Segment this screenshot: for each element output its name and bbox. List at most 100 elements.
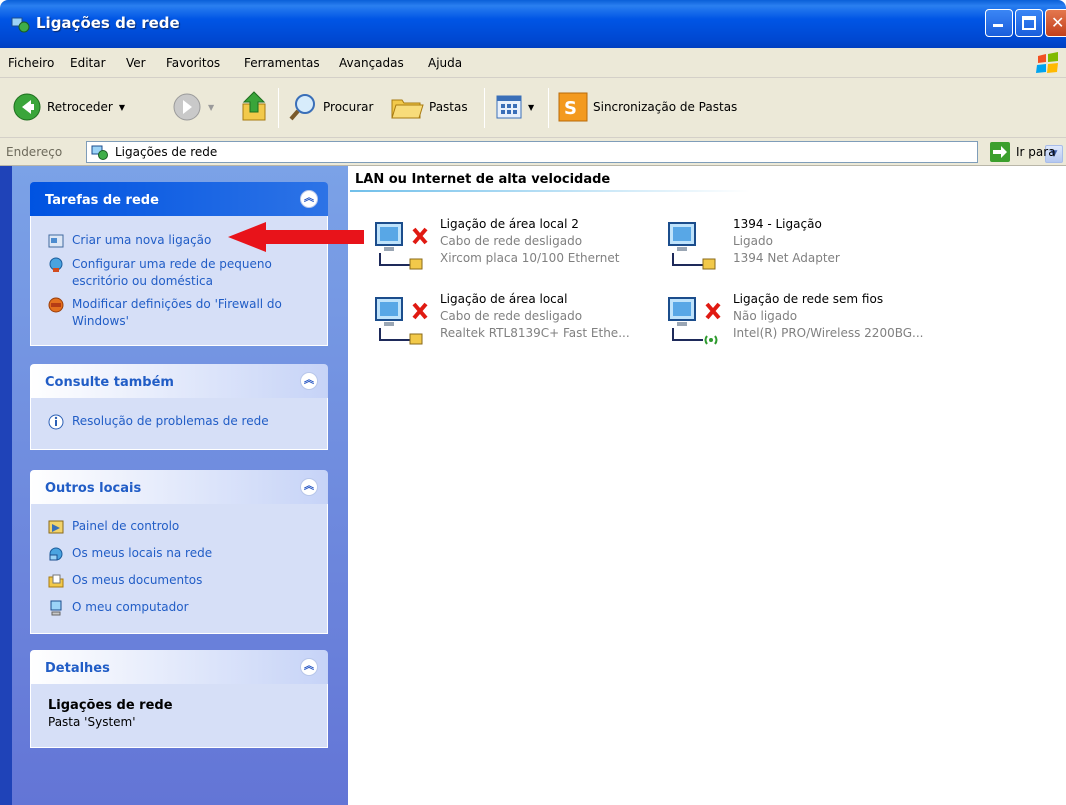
- group-title: LAN ou Internet de alta velocidade: [355, 172, 611, 187]
- collapse-chevron-icon[interactable]: ︽: [300, 658, 318, 676]
- connection-status: Cabo de rede desligado: [440, 309, 583, 323]
- new-connection-icon: [48, 234, 64, 248]
- menu-ajuda[interactable]: Ajuda: [428, 56, 462, 70]
- other-places-header[interactable]: Outros locais ︽: [30, 470, 328, 504]
- details-header[interactable]: Detalhes ︽: [30, 650, 328, 684]
- go-button-label[interactable]: Ir para: [1016, 145, 1056, 159]
- place-control-panel[interactable]: Painel de controlo: [48, 518, 179, 535]
- connection-device: Xircom placa 10/100 Ethernet: [440, 251, 620, 265]
- windows-logo-icon: [1036, 52, 1058, 73]
- task-label: Resolução de problemas de rede: [72, 414, 269, 428]
- folder-sync-label: Sincronização de Pastas: [593, 100, 738, 114]
- connection-status: Não ligado: [733, 309, 798, 323]
- details-name: Ligações de rede: [48, 698, 173, 713]
- folder-sync-icon: S: [558, 92, 588, 122]
- menu-avancadas[interactable]: Avançadas: [339, 56, 404, 70]
- pane-edge: [0, 166, 12, 805]
- search-label: Procurar: [323, 100, 374, 114]
- place-my-computer[interactable]: O meu computador: [48, 599, 189, 616]
- see-also-header[interactable]: Consulte também ︽: [30, 364, 328, 398]
- up-folder-icon: [242, 91, 266, 121]
- place-label: Os meus documentos: [72, 573, 203, 587]
- task-troubleshoot-network[interactable]: Resolução de problemas de rede: [48, 413, 269, 430]
- connection-device: Intel(R) PRO/Wireless 2200BG...: [733, 326, 924, 340]
- connection-name: Ligação de área local 2: [440, 217, 579, 231]
- collapse-chevron-icon[interactable]: ︽: [300, 372, 318, 390]
- place-my-network[interactable]: Os meus locais na rede: [48, 545, 212, 562]
- folders-button[interactable]: Pastas: [390, 92, 468, 122]
- up-folder-button[interactable]: [240, 90, 270, 124]
- menu-ver[interactable]: Ver: [126, 56, 146, 70]
- address-bar: Endereço Ligações de rede ▼ Ir para: [0, 138, 1066, 166]
- details-body: Ligações de rede Pasta 'System': [30, 684, 328, 748]
- chevron-down-icon[interactable]: ▼: [208, 103, 214, 112]
- place-label: Os meus locais na rede: [72, 546, 213, 560]
- task-setup-home-network[interactable]: Configurar uma rede de pequeno escritóri…: [48, 256, 298, 290]
- connection-status: Ligado: [733, 234, 773, 248]
- title-bar: Ligações de rede ✕: [0, 0, 1066, 48]
- task-label: Criar uma nova ligação: [72, 233, 212, 247]
- folder-sync-button[interactable]: S Sincronização de Pastas: [558, 92, 737, 122]
- details-title: Detalhes: [45, 661, 110, 676]
- search-button[interactable]: Procurar: [288, 92, 373, 122]
- folders-icon: [391, 99, 424, 119]
- documents-folder-icon: [48, 574, 64, 588]
- back-button[interactable]: Retroceder ▼: [12, 92, 125, 122]
- connection-name: Ligação de rede sem fios: [733, 292, 884, 306]
- address-input[interactable]: Ligações de rede ▼: [86, 141, 1063, 163]
- other-places-body: Painel de controlo Os meus locais na red…: [30, 504, 328, 634]
- red-arrow-annotation: [228, 222, 364, 252]
- place-label: Painel de controlo: [72, 519, 180, 533]
- details-panel: Detalhes ︽ Ligações de rede Pasta 'Syste…: [30, 650, 328, 748]
- task-label: Configurar uma rede de pequeno escritóri…: [72, 257, 272, 288]
- menu-ferramentas[interactable]: Ferramentas: [244, 56, 320, 70]
- close-button[interactable]: ✕: [1045, 9, 1066, 37]
- group-divider: [350, 190, 750, 192]
- see-also-body: Resolução de problemas de rede: [30, 398, 328, 450]
- task-firewall-settings[interactable]: Modificar definições do 'Firewall do Win…: [48, 296, 310, 330]
- forward-button[interactable]: ▼: [172, 92, 214, 122]
- address-value: Ligações de rede: [115, 145, 218, 159]
- connection-device: 1394 Net Adapter: [733, 251, 840, 265]
- collapse-chevron-icon[interactable]: ︽: [300, 478, 318, 496]
- svg-text:S: S: [564, 98, 577, 119]
- wireless-connection-icon: [668, 297, 721, 345]
- other-places-title: Outros locais: [45, 481, 142, 496]
- network-connection-icon: [375, 222, 428, 270]
- place-my-documents[interactable]: Os meus documentos: [48, 572, 202, 589]
- folders-label: Pastas: [429, 100, 468, 114]
- connection-name: 1394 - Ligação: [733, 217, 822, 231]
- back-label: Retroceder: [47, 100, 113, 114]
- toolbar-separator: [278, 88, 279, 128]
- menu-bar: Ficheiro Editar Ver Favoritos Ferramenta…: [0, 48, 1066, 78]
- window-title: Ligações de rede: [36, 14, 180, 32]
- search-icon: [289, 94, 315, 121]
- back-arrow-icon: [13, 93, 41, 121]
- chevron-down-icon[interactable]: ▼: [528, 103, 534, 112]
- toolbar-separator: [484, 88, 485, 128]
- toolbar-separator: [548, 88, 549, 128]
- menu-editar[interactable]: Editar: [70, 56, 106, 70]
- menu-favoritos[interactable]: Favoritos: [166, 56, 220, 70]
- menu-ficheiro[interactable]: Ficheiro: [8, 56, 54, 70]
- control-panel-icon: [48, 520, 64, 534]
- place-label: O meu computador: [72, 600, 189, 614]
- forward-arrow-icon: [173, 93, 201, 121]
- connection-name: Ligação de área local: [440, 292, 568, 306]
- toolbar: Retroceder ▼ ▼ Procurar Pastas ▼ S Sincr…: [0, 78, 1066, 138]
- network-connections-icon: [11, 17, 30, 33]
- network-tasks-header[interactable]: Tarefas de rede ︽: [30, 182, 328, 216]
- firewall-icon: [48, 297, 64, 313]
- minimize-button[interactable]: [985, 9, 1013, 37]
- views-button[interactable]: ▼: [496, 94, 534, 120]
- maximize-button[interactable]: [1015, 9, 1043, 37]
- see-also-title: Consulte também: [45, 375, 174, 390]
- home-network-icon: [49, 257, 63, 272]
- collapse-chevron-icon[interactable]: ︽: [300, 190, 318, 208]
- network-connection-icon: [375, 297, 428, 345]
- tasks-pane: Tarefas de rede ︽ Criar uma nova ligação…: [0, 166, 348, 805]
- task-create-connection[interactable]: Criar uma nova ligação: [48, 232, 211, 249]
- network-tasks-title: Tarefas de rede: [45, 193, 159, 208]
- go-arrow-icon[interactable]: [990, 142, 1010, 162]
- chevron-down-icon[interactable]: ▼: [119, 103, 125, 112]
